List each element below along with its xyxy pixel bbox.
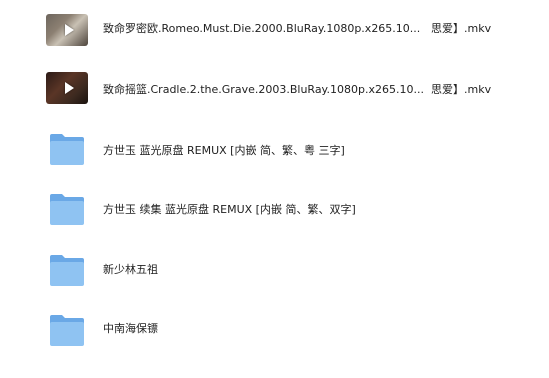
list-item[interactable]: 方世玉 蓝光原盘 REMUX [内嵌 简、繁、粤 三字]	[0, 120, 549, 180]
list-item[interactable]: 中南海保镖	[0, 300, 549, 360]
list-item[interactable]: 新少林五祖	[0, 240, 549, 300]
file-name-tail: 思爱】.mkv	[431, 83, 492, 96]
video-thumbnail[interactable]	[46, 72, 88, 104]
folder-icon[interactable]	[48, 132, 86, 166]
folder-name[interactable]: 中南海保镖	[103, 322, 158, 336]
list-item[interactable]: 致命罗密欧.Romeo.Must.Die.2000.BluRay.1080p.x…	[0, 0, 549, 60]
file-name[interactable]: 致命罗密欧.Romeo.Must.Die.2000.BluRay.1080p.x…	[103, 22, 420, 36]
play-icon	[65, 82, 74, 94]
folder-name[interactable]: 方世玉 蓝光原盘 REMUX [内嵌 简、繁、粤 三字]	[103, 144, 345, 158]
folder-name[interactable]: 方世玉 续集 蓝光原盘 REMUX [内嵌 简、繁、双字]	[103, 203, 356, 217]
play-icon	[65, 24, 74, 36]
file-list: 致命罗密欧.Romeo.Must.Die.2000.BluRay.1080p.x…	[0, 0, 549, 378]
folder-icon[interactable]	[48, 192, 86, 226]
file-name[interactable]: 致命摇篮.Cradle.2.the.Grave.2003.BluRay.1080…	[103, 83, 424, 97]
list-item[interactable]: 方世玉 续集 蓝光原盘 REMUX [内嵌 简、繁、双字]	[0, 180, 549, 240]
folder-icon[interactable]	[48, 313, 86, 347]
video-thumbnail[interactable]	[46, 14, 88, 46]
list-item[interactable]: 致命摇篮.Cradle.2.the.Grave.2003.BluRay.1080…	[0, 60, 549, 120]
file-name-tail: 思爱】.mkv	[431, 22, 492, 35]
folder-name[interactable]: 新少林五祖	[103, 263, 158, 277]
folder-icon[interactable]	[48, 253, 86, 287]
